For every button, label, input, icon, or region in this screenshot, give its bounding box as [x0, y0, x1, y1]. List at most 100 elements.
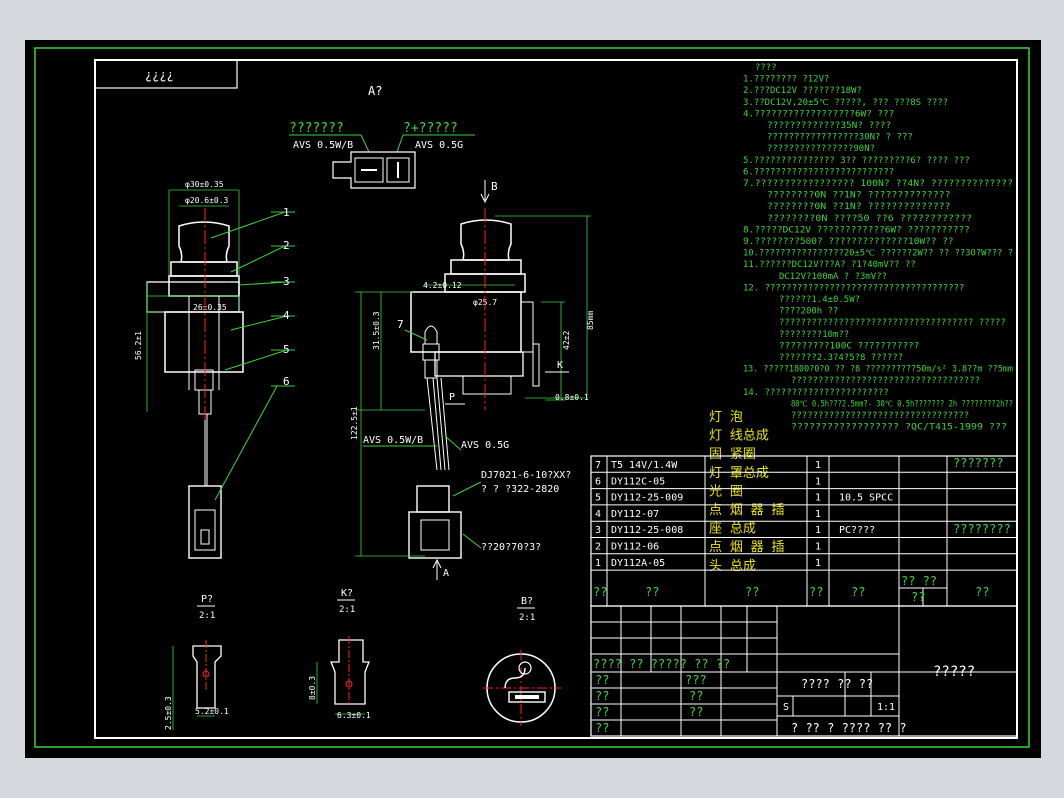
- detail-p-title: P?: [201, 594, 213, 605]
- bom-cell-qty: 1: [815, 493, 821, 504]
- bom-cell-code: DY112-25-009: [611, 493, 683, 504]
- note-line: 13. ?????1800?0?0 ?? ?8 ??????????50m/s²…: [743, 365, 1013, 375]
- note-line: 7.????????????????? 100N? ??4N? ????????…: [743, 179, 1013, 189]
- dim-side-d4: 0.8±0.1: [555, 393, 589, 402]
- yellow-label: 灯 罩总成: [709, 466, 769, 481]
- note-line: 1.???????? ?12V?: [743, 75, 829, 85]
- connector-left-label: ???????: [289, 121, 344, 136]
- callout-1: 1: [283, 206, 290, 219]
- label-p: P: [449, 392, 455, 403]
- yellow-label: 头 总成: [709, 559, 756, 574]
- note-line: ?????????????????30N? ? ???: [767, 133, 913, 143]
- detail-b-title: B?: [521, 596, 533, 607]
- front-view: φ30±0.35 φ20.6±0.3 26±0.35 56.2±1 1 2 3 …: [134, 180, 295, 559]
- connector-view: ??????? AVS 0.5W/B ?+????? AVS 0.5G: [289, 121, 475, 189]
- bom-cell-qty: 1: [815, 525, 821, 536]
- drawing-sheet: ¿¿¿¿ A? ??????? AVS 0.5W/B ?+????? AVS 0…: [25, 40, 1041, 758]
- bom-h6a: ?? ??: [901, 574, 937, 588]
- arrow-b-label: B: [491, 180, 498, 193]
- bom-cell-material: 10.5 SPCC: [839, 493, 893, 504]
- label-k: K: [557, 360, 563, 371]
- note-line: ???????????????????????????????????: [791, 376, 980, 386]
- drawing-title: ?????: [933, 664, 975, 680]
- title-block: ???? ?? ????? ?? ?? ?? ?? ?? ?? ??? ?? ?…: [590, 605, 1018, 737]
- note-line: 9.????????500? ??????????????10W?? ??: [743, 237, 954, 247]
- title-footer: ? ?? ? ???? ?? ?: [791, 721, 907, 735]
- view-a-label: A?: [368, 84, 382, 98]
- yellow-label: 灯 线总成: [709, 429, 769, 444]
- note-line: ???????2.3?4?5?8 ??????: [779, 353, 903, 363]
- note-line: 2.???DC12V ???????18W?: [743, 86, 862, 96]
- cad-drawing: ¿¿¿¿ A? ??????? AVS 0.5W/B ?+????? AVS 0…: [34, 47, 1030, 748]
- bom-table: 7 T5 14V/1.4W 1 6 DY112C-05 1 5 DY112-25-009 1 10…: [590, 455, 1018, 607]
- detail-p-dimv: 2.5±0.3: [164, 696, 173, 730]
- detail-p-dimh: 5.2±0.1: [195, 707, 229, 716]
- title-scale: 1:1: [877, 702, 895, 713]
- bom-cell-code: DY112C-05: [611, 476, 665, 487]
- bom-h3: ??: [745, 585, 759, 599]
- bom-cell-no: 6: [595, 476, 601, 487]
- bom-h7: ??: [975, 585, 989, 599]
- note-line: 11.??????DC12V???A? ?1?40mV?? ??: [743, 260, 916, 270]
- note-line: DC12V?100mA ? ?3mV??: [779, 272, 887, 282]
- bom-cell-code: DY112A-05: [611, 558, 665, 569]
- bom-cell-no: 5: [595, 493, 601, 504]
- side-wire1: AVS 0.5W/B: [363, 435, 423, 446]
- title-r-c: ??: [595, 705, 609, 719]
- yellow-label: 灯 泡: [709, 410, 743, 425]
- note-line: ?????????????????????????????????: [791, 411, 969, 421]
- callout-5: 5: [283, 343, 290, 356]
- note-line: 12. ????????????????????????????????????…: [743, 283, 964, 293]
- bom-cell-no: 1: [595, 558, 601, 569]
- bom-h2: ??: [645, 585, 659, 599]
- note-line: 80℃ 0.5h???2.5mm?- 30℃ 0.5h??????? 2h ??…: [791, 399, 1013, 409]
- bom-cell-qty: 1: [815, 509, 821, 520]
- bom-cell-no: 2: [595, 542, 601, 553]
- bom-cell-material: PC????: [839, 525, 875, 536]
- side-wire2: AVS 0.5G: [461, 440, 509, 451]
- bom-cell-qty: 1: [815, 542, 821, 553]
- dim-height: 56.2±1: [134, 331, 143, 360]
- dim-side-h3: 122.5±1: [350, 406, 359, 440]
- note-line: ?????????????35N? ????: [767, 121, 891, 131]
- title-r-b: ??: [595, 689, 609, 703]
- bom-cell-code: DY112-07: [611, 509, 659, 520]
- technical-notes: ???? 1.???????? ?12V?2.???DC12V ???????18…: [743, 63, 1013, 433]
- bom-cell-code: T5 14V/1.4W: [611, 460, 678, 471]
- bom-cell-qty: 1: [815, 476, 821, 487]
- corner-label: ¿¿¿¿: [145, 68, 174, 82]
- arrow-a-label: A: [443, 568, 449, 579]
- bom-top-remark: ???????: [953, 456, 1004, 470]
- detail-k-dimh: 6.3±0.1: [337, 711, 371, 720]
- note-line: ????????0N ????50 ??6 ????????????: [767, 214, 972, 224]
- note-line: ????????0N ??1N? ??????????????: [767, 191, 951, 201]
- bom-cell-no: 7: [595, 460, 601, 471]
- bom-cell-code: DY112-25-008: [611, 525, 683, 536]
- bom-rows: 7 T5 14V/1.4W 1 6 DY112C-05 1 5 DY112-25-009 1 10…: [591, 460, 1017, 571]
- callout-3: 3: [283, 275, 290, 288]
- yellow-label: 固 紧圈: [709, 447, 756, 462]
- note-line: ????????????????90N?: [767, 144, 875, 154]
- side-view: B 4.2±0.12 φ25.7 7 31.5±0.3 122.5±1 42±2…: [350, 180, 595, 580]
- side-conn3: ??20?70?3?: [481, 542, 541, 553]
- detail-k-scale: 2:1: [339, 605, 355, 615]
- title-r-a: ??: [595, 673, 609, 687]
- bom-h6b: ??: [911, 590, 925, 604]
- note-line: 6.??????????????????????????: [743, 167, 894, 177]
- connector-right-label: ?+?????: [403, 121, 458, 136]
- bom-h1: ??: [593, 585, 607, 599]
- callout-2: 2: [283, 239, 290, 252]
- note-line: 14. ???????????????????????: [743, 388, 889, 398]
- detail-p-scale: 2:1: [199, 611, 215, 621]
- detail-k-dimv: 8±0.3: [308, 676, 317, 700]
- title-row1: ???? ?? ????? ?? ??: [593, 657, 730, 671]
- note-line: ?????????100C ???????????: [779, 341, 919, 351]
- note-line: 4.??????????????????6W? ???: [743, 109, 894, 119]
- note-line: ??????1.4±0.5W?: [779, 295, 860, 305]
- dim-side-h1: 31.5±0.3: [372, 311, 381, 350]
- yellow-label: 光 圈: [709, 484, 743, 499]
- note-line: ?????????????????? ?QC/T415-1999 ???: [791, 423, 1007, 433]
- side-conn1: DJ7021-6-10?XX?: [481, 470, 571, 481]
- dim-side-d1: 4.2±0.12: [423, 281, 462, 290]
- title-mid2: ??: [689, 689, 703, 703]
